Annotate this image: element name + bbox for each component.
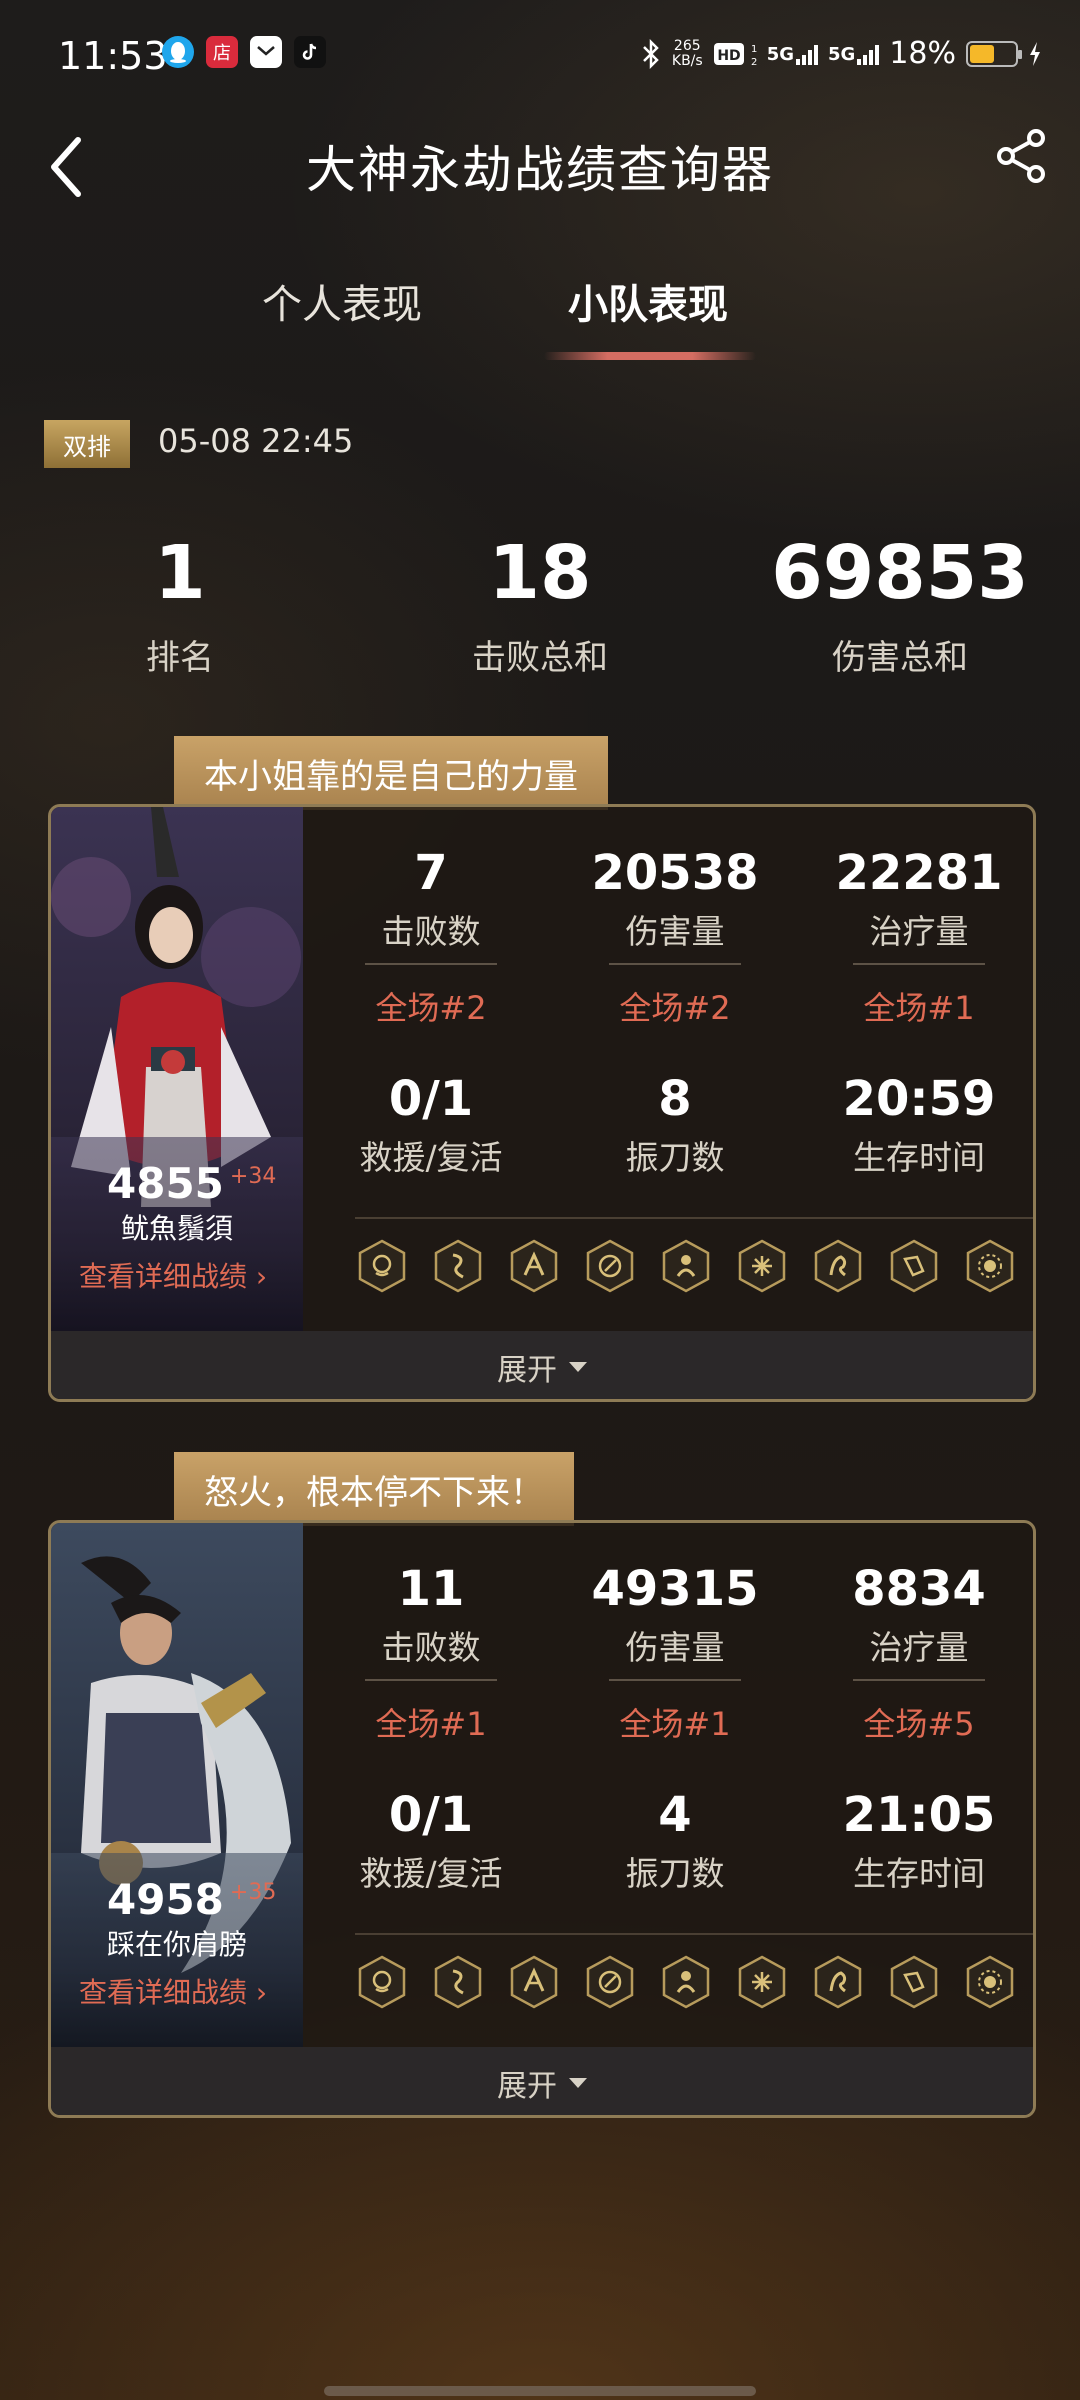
dragon-icon	[431, 1239, 485, 1293]
figure-icon	[659, 1239, 713, 1293]
summary-value: 1	[154, 530, 206, 616]
stat-rank: 全场#2	[375, 989, 487, 1027]
burst-icon	[735, 1955, 789, 2009]
stat-damage: 20538 伤害量 全场#2	[575, 845, 775, 1029]
expand-button[interactable]: 展开	[51, 2047, 1033, 2115]
summary-label: 排名	[146, 638, 214, 678]
stat-kills: 11 击败数 全场#1	[331, 1561, 531, 1745]
flame-icon	[507, 1239, 561, 1293]
summary-value: 69853	[771, 530, 1029, 616]
stat-healing: 22281 治疗量 全场#1	[819, 845, 1019, 1029]
summary-rank: 1 排名	[10, 530, 350, 679]
expand-button[interactable]: 展开	[51, 1331, 1033, 1399]
summary-value: 18	[488, 530, 592, 616]
status-time: 11:53	[58, 34, 168, 78]
hero-portrait: 4958 +35 踩在你肩膀 查看详细战绩 ›	[51, 1523, 303, 2047]
mode-tag: 双排	[44, 420, 130, 468]
stat-damage: 49315 伤害量 全场#1	[575, 1561, 775, 1745]
player-card: 4855 +34 鱿魚鬚須 查看详细战绩 › 7 击败数 全场#2 20538 伤…	[48, 804, 1036, 1402]
stat-parries: 8 振刀数	[625, 1071, 725, 1177]
view-details-link[interactable]: 查看详细战绩 ›	[79, 1971, 267, 2011]
hero-score: 4958 +35	[107, 1875, 277, 1924]
player-card: 4958 +35 踩在你肩膀 查看详细战绩 › 11 击败数 全场#1 49315…	[48, 1520, 1036, 2118]
hero-score: 4855 +34	[107, 1159, 277, 1208]
stat-kills: 7 击败数 全场#2	[331, 845, 531, 1029]
match-time: 05-08 22:45	[158, 422, 354, 460]
mask-icon	[355, 1955, 409, 2009]
divider	[355, 1217, 1033, 1219]
tiktok-icon	[294, 36, 326, 68]
skill-icons-row	[355, 1239, 1017, 1293]
status-indicators: 265 KB/s HD 1 2 5G 5G 18%	[640, 36, 1042, 71]
svg-text:1: 1	[751, 44, 757, 55]
battery-icon	[966, 40, 1022, 67]
beast-icon	[811, 1955, 865, 2009]
figure-icon	[659, 1955, 713, 2009]
ring-icon	[583, 1955, 637, 2009]
player-quote: 怒火，根本停不下来！	[174, 1452, 574, 1542]
skill-icons-row	[355, 1955, 1017, 2009]
hd-voice-icon: HD 1 2	[713, 42, 757, 68]
flame-icon	[507, 1955, 561, 2009]
hero-portrait: 4855 +34 鱿魚鬚須 查看详细战绩 ›	[51, 807, 303, 1331]
stat-rank: 全场#1	[619, 1705, 731, 1743]
mail-icon	[250, 36, 282, 68]
caret-down-icon	[569, 1362, 587, 1372]
summary-label: 伤害总和	[832, 638, 968, 678]
page-title: 大神永劫战绩查询器	[306, 141, 774, 199]
stat-survival-time: 21:05 生存时间	[842, 1787, 996, 1893]
status-app-icons: 店	[162, 36, 326, 68]
stat-parries: 4 振刀数	[625, 1787, 725, 1893]
boot-icon	[887, 1239, 941, 1293]
signal-5g-1: 5G	[767, 43, 818, 65]
burst-icon	[735, 1239, 789, 1293]
battery-percent: 18%	[889, 36, 956, 71]
stat-survival-time: 20:59 生存时间	[842, 1071, 996, 1177]
bluetooth-icon	[643, 38, 659, 69]
active-tab-indicator	[544, 352, 756, 360]
ring-icon	[583, 1239, 637, 1293]
stat-healing: 8834 治疗量 全场#5	[819, 1561, 1019, 1745]
stat-rescues: 0/1 救援/复活	[359, 1071, 503, 1177]
home-indicator[interactable]	[324, 2386, 756, 2396]
sun-icon	[963, 1239, 1017, 1293]
score-delta: +34	[229, 1164, 277, 1189]
score-delta: +35	[229, 1880, 277, 1905]
share-button[interactable]	[990, 124, 1054, 188]
view-details-link[interactable]: 查看详细战绩 ›	[79, 1255, 267, 1295]
svg-text:HD: HD	[717, 48, 740, 64]
shop-icon: 店	[206, 36, 238, 68]
summary-kills: 18 击败总和	[370, 530, 710, 679]
mask-icon	[355, 1239, 409, 1293]
qq-icon	[162, 36, 194, 68]
stat-rank: 全场#2	[619, 989, 731, 1027]
net-speed: 265 KB/s	[671, 37, 703, 69]
player-name: 踩在你肩膀	[106, 1928, 247, 1961]
boot-icon	[887, 1955, 941, 2009]
dragon-icon	[431, 1955, 485, 2009]
charging-icon	[1030, 41, 1040, 66]
divider	[355, 1933, 1033, 1935]
stat-rescues: 0/1 救援/复活	[359, 1787, 503, 1893]
beast-icon	[811, 1239, 865, 1293]
summary-label: 击败总和	[472, 638, 608, 678]
caret-down-icon	[569, 2078, 587, 2088]
stat-rank: 全场#1	[863, 989, 975, 1027]
svg-text:2: 2	[751, 57, 757, 68]
player-quote: 本小姐靠的是自己的力量	[174, 736, 608, 826]
summary-damage: 69853 伤害总和	[730, 530, 1070, 679]
player-name: 鱿魚鬚須	[120, 1212, 233, 1245]
stat-rank: 全场#1	[375, 1705, 487, 1743]
stat-rank: 全场#5	[863, 1705, 975, 1743]
tab-personal[interactable]: 个人表现	[262, 272, 422, 330]
tab-squad[interactable]: 小队表现	[568, 272, 728, 330]
sun-icon	[963, 1955, 1017, 2009]
share-icon	[997, 129, 1045, 183]
signal-5g-2: 5G	[828, 43, 880, 65]
